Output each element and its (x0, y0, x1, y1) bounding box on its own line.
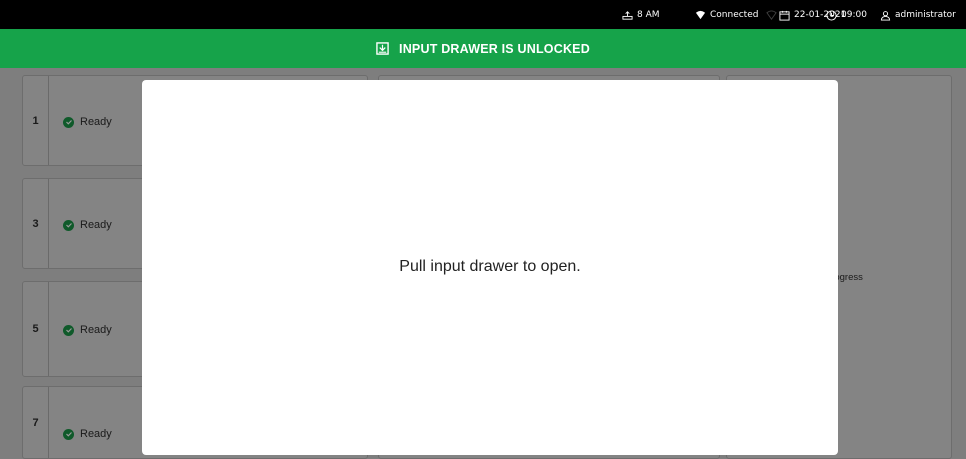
connection-status: Connected (695, 9, 758, 21)
position-number: 1 (23, 76, 49, 165)
wifi-dim-indicator (766, 9, 777, 21)
banner-text: INPUT DRAWER IS UNLOCKED (399, 41, 590, 56)
clock-status: 09:00 (826, 9, 867, 21)
modal-message: Pull input drawer to open. (399, 257, 581, 275)
connection-label: Connected (710, 10, 759, 20)
position-status: Ready (63, 324, 112, 336)
position-number: 7 (23, 387, 49, 458)
user-label: administrator (895, 10, 956, 20)
check-circle-icon (63, 324, 74, 336)
position-status: Ready (63, 428, 112, 440)
position-number: 3 (23, 179, 49, 268)
drawer-modal[interactable]: Pull input drawer to open. (142, 80, 838, 455)
calendar-icon (779, 10, 790, 21)
position-status-label: Ready (80, 116, 112, 128)
position-status: Ready (63, 116, 112, 128)
timer-label: 8 AM (637, 10, 660, 20)
timer-icon (622, 10, 633, 20)
check-circle-icon (63, 116, 74, 128)
position-status: Ready (63, 219, 112, 231)
clock-icon (826, 9, 837, 21)
drawer-unlocked-banner: INPUT DRAWER IS UNLOCKED (0, 29, 966, 68)
check-circle-icon (63, 428, 74, 440)
check-circle-icon (63, 219, 74, 231)
user-status[interactable]: administrator (880, 9, 956, 21)
timer-status: 8 AM (622, 9, 660, 21)
position-status-label: Ready (80, 219, 112, 231)
position-status-label: Ready (80, 324, 112, 336)
drawer-icon (376, 42, 389, 55)
wifi-outline-icon (766, 9, 777, 20)
wifi-icon (695, 10, 706, 19)
status-bar: 8 AM Connected 22-01-2021 09:00 administ… (0, 0, 966, 29)
clock-label: 09:00 (841, 10, 867, 20)
user-icon (880, 10, 891, 21)
position-status-label: Ready (80, 428, 112, 440)
position-number: 5 (23, 282, 49, 376)
